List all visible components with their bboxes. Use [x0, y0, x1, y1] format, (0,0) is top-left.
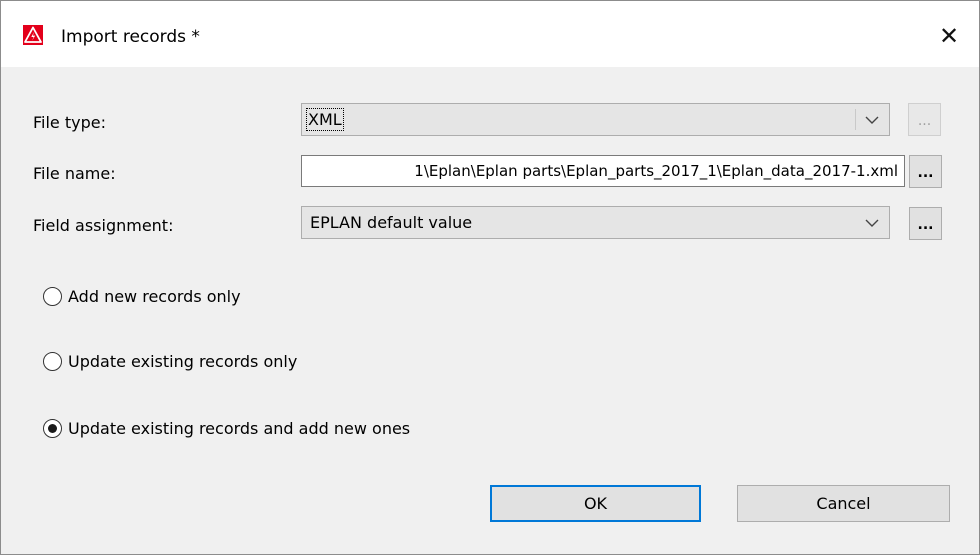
ok-button[interactable]: OK — [490, 485, 701, 522]
chevron-down-icon — [865, 116, 879, 124]
field-assignment-label: Field assignment: — [33, 216, 174, 235]
file-name-input[interactable]: 1\Eplan\Eplan parts\Eplan_parts_2017_1\E… — [301, 155, 905, 187]
radio-update-existing-records-only[interactable]: Update existing records only — [43, 352, 297, 371]
field-assignment-dropdown[interactable]: EPLAN default value — [301, 206, 890, 239]
ellipsis-icon: ... — [917, 113, 932, 129]
file-name-browse-button[interactable]: ... — [909, 155, 942, 188]
field-assignment-value: EPLAN default value — [310, 213, 473, 232]
radio-label: Update existing records and add new ones — [68, 419, 411, 438]
file-type-value: XML — [306, 108, 344, 131]
file-name-value: 1\Eplan\Eplan parts\Eplan_parts_2017_1\E… — [414, 162, 898, 180]
dropdown-separator — [855, 109, 856, 130]
file-type-dropdown[interactable]: XML — [301, 103, 890, 136]
field-assignment-browse-button[interactable]: ... — [909, 207, 942, 240]
window-title: Import records * — [61, 27, 200, 47]
radio-indicator — [43, 352, 62, 371]
radio-update-and-add-new[interactable]: Update existing records and add new ones — [43, 419, 410, 438]
ellipsis-icon: ... — [917, 165, 934, 181]
title-bar: Import records * ✕ — [1, 1, 979, 67]
chevron-down-icon — [865, 219, 879, 227]
radio-label: Update existing records only — [68, 352, 298, 371]
close-icon: ✕ — [938, 22, 960, 50]
cancel-button[interactable]: Cancel — [737, 485, 950, 522]
radio-add-new-records-only[interactable]: Add new records only — [43, 287, 241, 306]
radio-label: Add new records only — [68, 287, 241, 306]
radio-indicator — [43, 419, 62, 438]
import-records-dialog: Import records * ✕ File type: XML ... Fi… — [0, 0, 980, 555]
radio-indicator — [43, 287, 62, 306]
eplan-warning-icon — [23, 25, 43, 45]
close-button[interactable]: ✕ — [931, 19, 967, 53]
file-name-label: File name: — [33, 164, 116, 183]
ellipsis-icon: ... — [917, 217, 934, 233]
file-type-label: File type: — [33, 113, 106, 132]
file-type-browse-button[interactable]: ... — [908, 103, 941, 136]
